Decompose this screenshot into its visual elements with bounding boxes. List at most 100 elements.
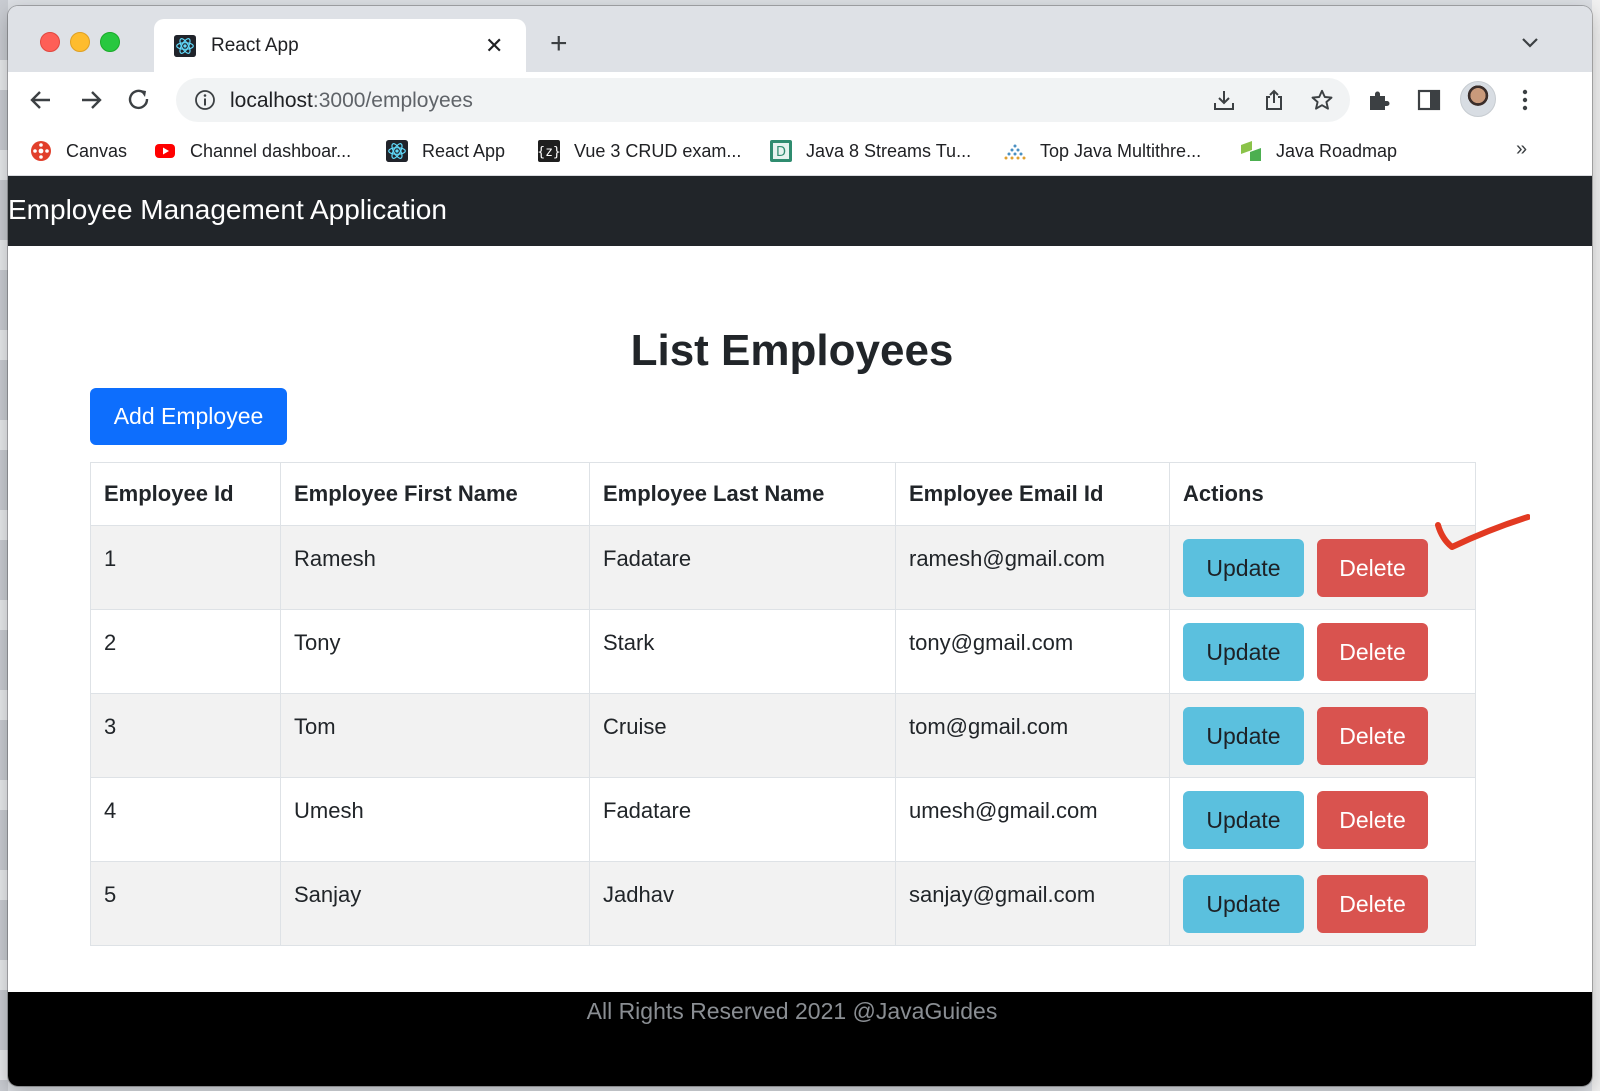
- cell-last-name: Stark: [589, 609, 896, 694]
- minimize-window-button[interactable]: [70, 32, 90, 52]
- cell-id: 2: [90, 609, 281, 694]
- delete-button[interactable]: Delete: [1317, 791, 1428, 849]
- cell-first-name: Sanjay: [280, 861, 590, 946]
- delete-button[interactable]: Delete: [1317, 875, 1428, 933]
- info-icon[interactable]: [194, 89, 216, 111]
- cell-first-name: Umesh: [280, 777, 590, 862]
- delete-button[interactable]: Delete: [1317, 707, 1428, 765]
- header-last-name: Employee Last Name: [589, 462, 896, 526]
- page-content: Employee Management Application List Emp…: [8, 176, 1592, 1086]
- d-icon: D: [770, 140, 792, 162]
- browser-toolbar: localhost:3000/employees: [8, 72, 1592, 126]
- cell-actions: Update Delete: [1169, 693, 1476, 778]
- cell-email: ramesh@gmail.com: [895, 525, 1170, 610]
- bookmarks-overflow-button[interactable]: »: [1516, 138, 1527, 161]
- close-tab-icon[interactable]: ✕: [485, 35, 503, 57]
- app-navbar: Employee Management Application: [8, 176, 1592, 246]
- cell-id: 4: [90, 777, 281, 862]
- cell-last-name: Cruise: [589, 693, 896, 778]
- url-text[interactable]: localhost:3000/employees: [230, 89, 473, 113]
- zoom-window-button[interactable]: [100, 32, 120, 52]
- cell-last-name: Fadatare: [589, 777, 896, 862]
- bookmark-java-multithreading[interactable]: Top Java Multithre...: [1004, 138, 1201, 164]
- tab-react-app[interactable]: React App ✕: [154, 19, 526, 72]
- close-window-button[interactable]: [40, 32, 60, 52]
- star-bookmark-icon[interactable]: [1310, 88, 1334, 112]
- cell-email: tony@gmail.com: [895, 609, 1170, 694]
- react-icon: [174, 35, 196, 57]
- bookmark-canvas[interactable]: Canvas: [30, 138, 127, 164]
- cell-id: 1: [90, 525, 281, 610]
- bookmark-label: Vue 3 CRUD exam...: [574, 140, 742, 161]
- app-footer: All Rights Reserved 2021 @JavaGuides: [8, 992, 1592, 1086]
- install-app-icon[interactable]: [1212, 88, 1236, 112]
- forward-arrow-icon[interactable]: [78, 87, 104, 113]
- svg-text:D: D: [776, 145, 786, 160]
- add-employee-button[interactable]: Add Employee: [90, 388, 287, 445]
- address-bar[interactable]: localhost:3000/employees: [176, 78, 1350, 122]
- delete-button[interactable]: Delete: [1317, 539, 1428, 597]
- update-button[interactable]: Update: [1183, 623, 1304, 681]
- delete-button[interactable]: Delete: [1317, 623, 1428, 681]
- table-row: 2 Tony Stark tony@gmail.com Update Delete: [90, 609, 1476, 694]
- youtube-icon: [155, 144, 175, 158]
- bookmark-label: Java Roadmap: [1276, 140, 1398, 161]
- header-employee-id: Employee Id: [90, 462, 281, 526]
- cell-email: umesh@gmail.com: [895, 777, 1170, 862]
- canvas-icon: [31, 141, 51, 161]
- share-icon[interactable]: [1262, 88, 1286, 112]
- more-vertical-icon[interactable]: [1512, 87, 1538, 113]
- table-row: 5 Sanjay Jadhav sanjay@gmail.com Update D…: [90, 861, 1476, 946]
- bookmark-label: Canvas: [66, 140, 128, 161]
- employees-table: Employee Id Employee First Name Employee…: [90, 462, 1476, 946]
- cell-email: tom@gmail.com: [895, 693, 1170, 778]
- desktop-background-right: [1592, 0, 1600, 1091]
- bookmark-label: React App: [422, 140, 506, 161]
- update-button[interactable]: Update: [1183, 539, 1304, 597]
- back-arrow-icon[interactable]: [28, 87, 54, 113]
- roadmap-icon: [1241, 141, 1261, 161]
- table-row: 3 Tom Cruise tom@gmail.com Update Delete: [90, 693, 1476, 778]
- bookmark-label: Channel dashboar...: [190, 140, 352, 161]
- update-button[interactable]: Update: [1183, 791, 1304, 849]
- update-button[interactable]: Update: [1183, 707, 1304, 765]
- table-header-row: Employee Id Employee First Name Employee…: [90, 462, 1476, 526]
- bookmark-label: Java 8 Streams Tu...: [806, 140, 972, 161]
- desktop-background: [0, 0, 8, 1091]
- side-panel-icon[interactable]: [1416, 87, 1442, 113]
- navbar-brand[interactable]: Employee Management Application: [8, 194, 447, 226]
- extensions-puzzle-icon[interactable]: [1366, 87, 1392, 113]
- footer-text: All Rights Reserved 2021 @JavaGuides: [586, 998, 998, 1024]
- cell-last-name: Fadatare: [589, 525, 896, 610]
- table-row: 1 Ramesh Fadatare ramesh@gmail.com Updat…: [90, 525, 1476, 610]
- bookmark-vue-crud[interactable]: {z} Vue 3 CRUD exam...: [538, 138, 741, 164]
- bookmark-react-app[interactable]: React App: [386, 138, 505, 164]
- tab-strip: React App ✕ +: [8, 6, 1592, 72]
- cell-first-name: Tom: [280, 693, 590, 778]
- url-host: localhost: [230, 89, 313, 112]
- reload-icon[interactable]: [126, 87, 152, 113]
- browser-window: React App ✕ + localhost:3000/employees C…: [8, 6, 1592, 1086]
- header-first-name: Employee First Name: [280, 462, 590, 526]
- bookmark-channel-dashboard[interactable]: Channel dashboar...: [154, 138, 351, 164]
- cell-actions: Update Delete: [1169, 609, 1476, 694]
- new-tab-button[interactable]: +: [550, 29, 568, 59]
- svg-text:{z}: {z}: [538, 145, 560, 160]
- url-path: :3000/employees: [312, 89, 473, 112]
- vue-z-icon: {z}: [538, 140, 560, 162]
- header-email: Employee Email Id: [895, 462, 1170, 526]
- page-title: List Employees: [630, 326, 954, 375]
- chevron-down-icon[interactable]: [1520, 36, 1540, 50]
- cell-first-name: Tony: [280, 609, 590, 694]
- cell-actions: Update Delete: [1169, 777, 1476, 862]
- cell-email: sanjay@gmail.com: [895, 861, 1170, 946]
- profile-avatar[interactable]: [1460, 81, 1496, 117]
- bookmark-java-roadmap[interactable]: Java Roadmap: [1240, 138, 1397, 164]
- bookmark-label: Top Java Multithre...: [1040, 140, 1202, 161]
- cell-first-name: Ramesh: [280, 525, 590, 610]
- cell-id: 5: [90, 861, 281, 946]
- bookmark-java8-streams[interactable]: D Java 8 Streams Tu...: [770, 138, 971, 164]
- cell-actions: Update Delete: [1169, 861, 1476, 946]
- checkmark-annotation-icon: [1435, 514, 1530, 550]
- update-button[interactable]: Update: [1183, 875, 1304, 933]
